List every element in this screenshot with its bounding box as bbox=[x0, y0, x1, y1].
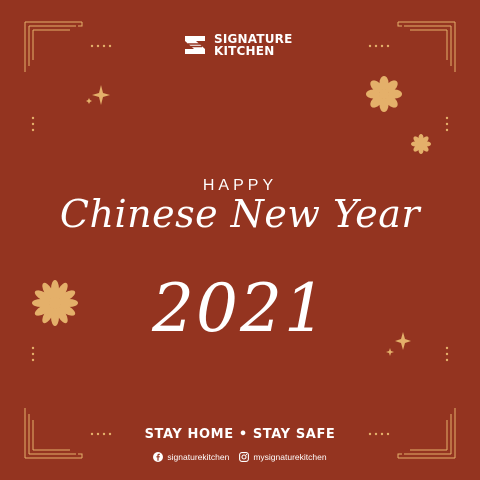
facebook-link[interactable]: signaturekitchen bbox=[153, 452, 229, 462]
brand-logo: SIGNATURE KITCHEN bbox=[182, 32, 293, 58]
slogan-text: STAY HOME • STAY SAFE bbox=[144, 427, 336, 442]
facebook-icon bbox=[153, 452, 164, 462]
instagram-icon bbox=[239, 452, 250, 462]
facebook-handle: signaturekitchen bbox=[167, 452, 230, 462]
year-text: 2021 bbox=[152, 270, 328, 347]
instagram-handle: mysignaturekitchen bbox=[253, 452, 327, 462]
brand-logo-icon bbox=[185, 36, 205, 54]
greeting-title: Chinese New Year bbox=[59, 192, 421, 236]
brand-name: SIGNATURE KITCHEN bbox=[214, 33, 293, 57]
brand-name-line2: KITCHEN bbox=[214, 44, 275, 58]
decorative-frame bbox=[24, 21, 456, 459]
instagram-link[interactable]: mysignaturekitchen bbox=[239, 452, 327, 462]
social-links: signaturekitchen mysignaturekitchen bbox=[0, 452, 480, 462]
greeting-card: SIGNATURE KITCHEN HAPPY Chinese New Year… bbox=[0, 0, 480, 480]
